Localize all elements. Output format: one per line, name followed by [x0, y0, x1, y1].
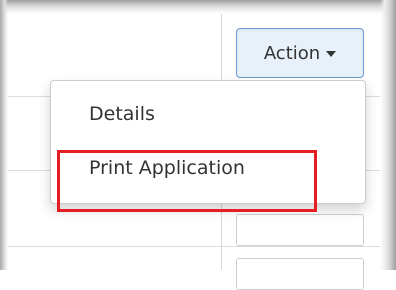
frame-shadow-top [0, 0, 396, 14]
screenshot-frame: Action Details Print Application [0, 0, 396, 290]
row-action-button[interactable] [236, 214, 364, 246]
frame-shadow-left [0, 0, 8, 270]
caret-down-icon [326, 51, 337, 57]
action-button-label: Action [263, 42, 321, 64]
row-action-button[interactable] [236, 258, 364, 290]
highlight-annotation-box [57, 150, 317, 212]
row-divider [8, 246, 380, 247]
action-dropdown-button[interactable]: Action [236, 28, 364, 78]
menu-item-details[interactable]: Details [51, 103, 365, 125]
frame-shadow-right [380, 0, 396, 270]
